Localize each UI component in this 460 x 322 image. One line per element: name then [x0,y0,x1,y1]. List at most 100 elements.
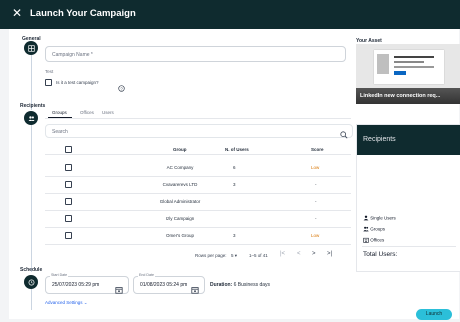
duration-value: 6 Business days [233,282,271,288]
start-date-field[interactable]: Start Date 25/07/2023 05:29 pm [45,273,129,294]
row-group: Cvavarerevs LTD [162,182,198,187]
row-score: - [315,199,317,204]
chevron-down-icon: ▾ [234,253,238,258]
row-score: - [315,216,317,221]
asset-line [394,66,434,68]
single-users-stat: Single Users 0 [363,215,396,222]
test-label: Test [45,69,54,74]
launch-button[interactable]: Launch [416,309,452,320]
row-score: Low [311,165,320,170]
tab-users[interactable]: Users [102,110,114,115]
col-group-header: Group [173,147,187,152]
row-checkbox[interactable] [65,215,72,222]
duration: Duration: 6 Business days [210,282,270,288]
asset-button [394,71,406,75]
total-users-label: Total Users: [363,251,398,258]
close-icon[interactable]: ✕ [12,6,22,20]
start-date-value: 25/07/2023 05:29 pm [52,282,100,288]
row-users: 6 [233,165,236,170]
row-users: 3 [233,182,236,187]
prev-page-icon[interactable]: < [297,251,301,257]
last-page-icon[interactable]: >| [327,251,332,257]
info-icon[interactable]: ? [118,79,125,97]
tabs-divider [45,118,351,119]
rows-per-page-select[interactable]: 5 ▾ [231,253,237,259]
table-row[interactable]: Cvavarerevs LTD 3 - [45,176,351,194]
offices-label: Offices [370,237,385,243]
advanced-settings-label: Advanced Settings [45,300,83,305]
asset-line [394,61,424,63]
section-label-recipients: Recipients [20,103,46,109]
asset-line [394,56,434,58]
rows-per-page-value: 5 [231,253,234,258]
page-title: Launch Your Campaign [30,8,136,19]
summary-title: Recipients [357,125,460,155]
table-row[interactable]: Omer's Group 3 Low [45,227,351,245]
duration-label: Duration: [210,282,233,288]
total-users-stat: Total Users: 0 [363,251,397,258]
row-checkbox[interactable] [65,232,72,239]
table-row[interactable]: Izly Campaign - [45,210,351,228]
table-row[interactable]: AC Company 6 Low [45,159,351,177]
section-label-schedule: Schedule [20,267,43,273]
search-icon[interactable] [340,126,348,144]
groups-stat: Groups 0 [363,226,385,233]
table-header: Group N. of Users Score [45,144,351,155]
building-icon [363,237,369,244]
table-row[interactable]: Global Administrator - [45,193,351,211]
groups-label: Groups [370,226,386,232]
single-users-label: Single Users [370,215,396,221]
grid-icon [27,44,35,52]
tab-offices[interactable]: Offices [80,110,94,115]
pagination: Rows per page: 5 ▾ 1–5 of 41 |< < > >| [45,251,351,261]
row-group: Omer's Group [165,233,195,238]
asset-caption: LinkedIn new connection req... [360,93,441,99]
svg-text:?: ? [120,86,123,91]
user-icon [363,215,369,222]
tab-groups[interactable]: Groups [52,110,67,115]
advanced-settings-link[interactable]: Advanced Settings ⌄ [45,300,88,306]
row-users: 3 [233,233,236,238]
page-range: 1–5 of 41 [249,253,268,258]
select-all-checkbox[interactable] [65,146,72,153]
timeline-line [31,288,32,310]
row-score: - [315,182,317,187]
search-input[interactable]: Search [45,124,353,138]
row-group: Global Administrator [159,199,201,204]
test-campaign-question: Is it a test campaign? [56,80,99,85]
campaign-name-placeholder: Campaign Name * [52,52,93,58]
schedule-step-icon [24,275,38,289]
timeline-line [31,122,32,272]
clock-icon [28,279,34,285]
test-campaign-checkbox[interactable] [45,79,52,86]
row-checkbox[interactable] [65,164,72,171]
end-date-field[interactable]: End Date 01/08/2023 05:24 pm [133,273,205,294]
recipients-step-icon [24,111,38,125]
row-checkbox[interactable] [65,198,72,205]
asset-preview[interactable]: LinkedIn new connection req... [356,44,460,104]
top-bar: ✕ Launch Your Campaign [0,0,460,29]
row-checkbox[interactable] [65,181,72,188]
row-group: Izly Campaign [165,216,195,221]
end-date-label: End Date [138,273,155,277]
rows-per-page-label: Rows per page: [195,253,227,258]
end-date-value: 01/08/2023 05:24 pm [140,282,188,288]
calendar-icon[interactable] [115,281,123,299]
general-step-icon [24,41,38,55]
recipients-summary-card: Recipients Single Users 0 Groups 0 Offic… [356,124,460,272]
start-date-label: Start Date [50,273,69,277]
chevron-down-icon: ⌄ [83,300,88,305]
summary-divider [362,246,456,247]
search-placeholder: Search [52,128,68,135]
row-score: Low [311,233,320,238]
next-page-icon[interactable]: > [312,251,316,257]
asset-email [374,50,444,84]
col-score-header: Score [311,147,324,152]
calendar-icon[interactable] [191,281,199,299]
first-page-icon[interactable]: |< [280,251,285,257]
users-icon [28,115,35,121]
offices-stat: Offices 0 [363,237,384,244]
campaign-name-input[interactable]: Campaign Name * [45,46,346,62]
timeline-line [31,55,32,110]
users-icon [363,226,369,233]
